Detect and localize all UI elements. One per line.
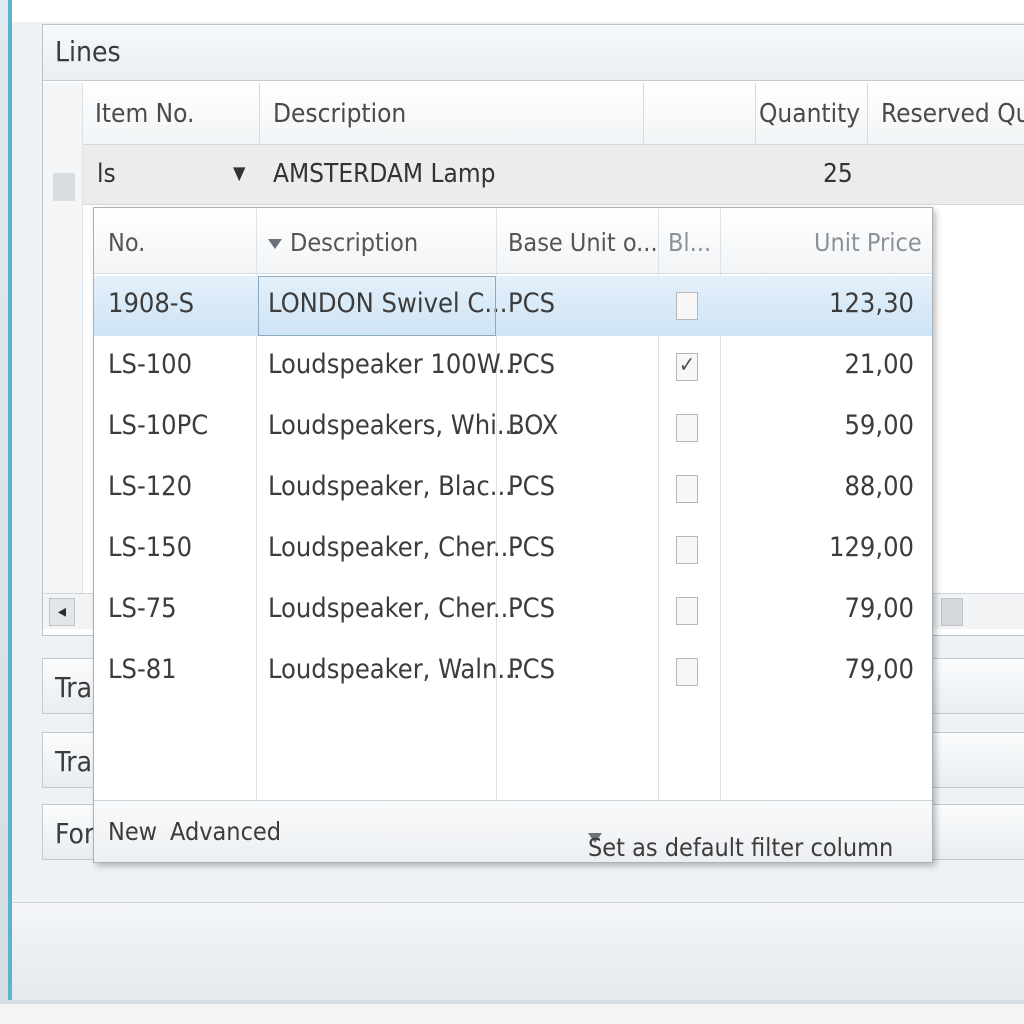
lookup-cell-no[interactable]: LS-150 xyxy=(108,532,192,563)
lines-title: Lines xyxy=(55,35,121,68)
lookup-col-description[interactable]: Description xyxy=(268,228,418,257)
lookup-cell-description[interactable]: Loudspeaker, Blac... xyxy=(268,471,513,502)
blocked-checkbox[interactable] xyxy=(676,414,698,442)
lookup-footer: New Advanced Set as default filter colum… xyxy=(94,800,932,862)
lookup-cell-unit[interactable]: PCS xyxy=(508,288,555,319)
set-default-filter-label: Set as default filter column xyxy=(588,833,894,862)
col-header-description[interactable]: Description xyxy=(273,99,406,129)
lookup-cell-no[interactable]: LS-10PC xyxy=(108,410,208,441)
lookup-cell-unit[interactable]: PCS xyxy=(508,532,555,563)
item-no-input[interactable]: ls xyxy=(97,159,116,189)
lookup-row[interactable]: LS-81 Loudspeaker, Waln... PCS 79,00 xyxy=(94,642,932,702)
blocked-checkbox[interactable]: ✓ xyxy=(676,353,698,381)
quantity-cell[interactable]: 25 xyxy=(823,159,853,189)
lookup-row[interactable]: LS-10PC Loudspeakers, Whi... BOX 59,00 xyxy=(94,398,932,458)
scroll-thumb[interactable] xyxy=(941,598,963,626)
lookup-cell-unit[interactable]: PCS xyxy=(508,471,555,502)
lookup-row[interactable]: LS-75 Loudspeaker, Cher... PCS 79,00 xyxy=(94,581,932,641)
col-header-item-no[interactable]: Item No. xyxy=(95,99,194,129)
lookup-cell-description[interactable]: Loudspeakers, Whi... xyxy=(268,410,520,441)
lookup-cell-description[interactable]: Loudspeaker, Cher... xyxy=(268,532,516,563)
blocked-checkbox[interactable] xyxy=(676,597,698,625)
lookup-col-description-label: Description xyxy=(290,228,419,257)
lookup-cell-price[interactable]: 123,30 xyxy=(784,288,914,319)
lookup-row[interactable]: LS-150 Loudspeaker, Cher... PCS 129,00 xyxy=(94,520,932,580)
lookup-col-unit-price[interactable]: Unit Price xyxy=(814,228,922,257)
filter-icon xyxy=(268,239,282,249)
blocked-checkbox[interactable] xyxy=(676,292,698,320)
lookup-col-no[interactable]: No. xyxy=(108,228,145,257)
col-header-reserved-quantity[interactable]: Reserved Qua... xyxy=(881,99,1024,129)
fasttab-2-label: Tra xyxy=(55,745,93,778)
lookup-col-base-unit[interactable]: Base Unit o... xyxy=(508,228,658,257)
row-selector-column xyxy=(43,83,83,623)
fasttab-3-label: For xyxy=(55,817,95,850)
lookup-cell-description[interactable]: Loudspeaker 100W... xyxy=(268,349,521,380)
lookup-row[interactable]: 1908-S LONDON Swivel C... PCS 123,30 xyxy=(94,276,932,336)
lines-grid-header: Item No. Description Quantity Reserved Q… xyxy=(43,83,1024,145)
lookup-cell-no[interactable]: LS-75 xyxy=(108,593,177,624)
arrow-left-icon[interactable]: ◂ xyxy=(49,598,75,626)
lookup-cell-unit[interactable]: PCS xyxy=(508,654,555,685)
blocked-checkbox[interactable] xyxy=(676,658,698,686)
lines-current-row[interactable]: ls ▼ AMSTERDAM Lamp 25 xyxy=(83,145,1024,205)
lookup-col-blocked[interactable]: Bl... xyxy=(668,228,711,257)
blocked-checkbox[interactable] xyxy=(676,475,698,503)
col-header-quantity[interactable]: Quantity xyxy=(759,99,860,129)
bottom-bar xyxy=(12,902,1024,1000)
item-lookup-dropdown: No. Description Base Unit o... Bl... Uni… xyxy=(93,207,933,863)
lookup-cell-no[interactable]: 1908-S xyxy=(108,288,194,319)
row-marker[interactable] xyxy=(53,173,75,201)
lookup-cell-price[interactable]: 21,00 xyxy=(784,349,914,380)
lookup-cell-price[interactable]: 79,00 xyxy=(784,593,914,624)
lookup-cell-price[interactable]: 59,00 xyxy=(784,410,914,441)
blocked-checkbox[interactable] xyxy=(676,536,698,564)
new-button[interactable]: New xyxy=(108,817,157,846)
lookup-cell-unit[interactable]: PCS xyxy=(508,593,555,624)
advanced-button[interactable]: Advanced xyxy=(170,817,281,846)
taskbar xyxy=(0,1004,1024,1024)
lookup-cell-price[interactable]: 129,00 xyxy=(784,532,914,563)
lookup-cell-unit[interactable]: BOX xyxy=(508,410,558,441)
description-cell[interactable]: AMSTERDAM Lamp xyxy=(273,159,496,189)
lookup-header: No. Description Base Unit o... Bl... Uni… xyxy=(94,208,932,274)
lookup-cell-unit[interactable]: PCS xyxy=(508,349,555,380)
fasttab-1-label: Tra xyxy=(55,671,93,704)
lookup-cell-no[interactable]: LS-100 xyxy=(108,349,192,380)
lookup-cell-price[interactable]: 88,00 xyxy=(784,471,914,502)
lookup-row[interactable]: LS-100 Loudspeaker 100W... PCS 21,00 ✓ xyxy=(94,337,932,397)
chevron-down-icon[interactable]: ▼ xyxy=(233,163,245,184)
lookup-cell-price[interactable]: 79,00 xyxy=(784,654,914,685)
lookup-cell-no[interactable]: LS-81 xyxy=(108,654,177,685)
lines-header[interactable]: Lines xyxy=(43,25,1024,81)
lookup-cell-description[interactable]: Loudspeaker, Cher... xyxy=(268,593,516,624)
focused-cell-outline xyxy=(258,276,496,336)
lookup-cell-no[interactable]: LS-120 xyxy=(108,471,192,502)
lookup-row[interactable]: LS-120 Loudspeaker, Blac... PCS 88,00 xyxy=(94,459,932,519)
lookup-cell-description[interactable]: Loudspeaker, Waln... xyxy=(268,654,521,685)
title-strip xyxy=(12,0,1024,22)
